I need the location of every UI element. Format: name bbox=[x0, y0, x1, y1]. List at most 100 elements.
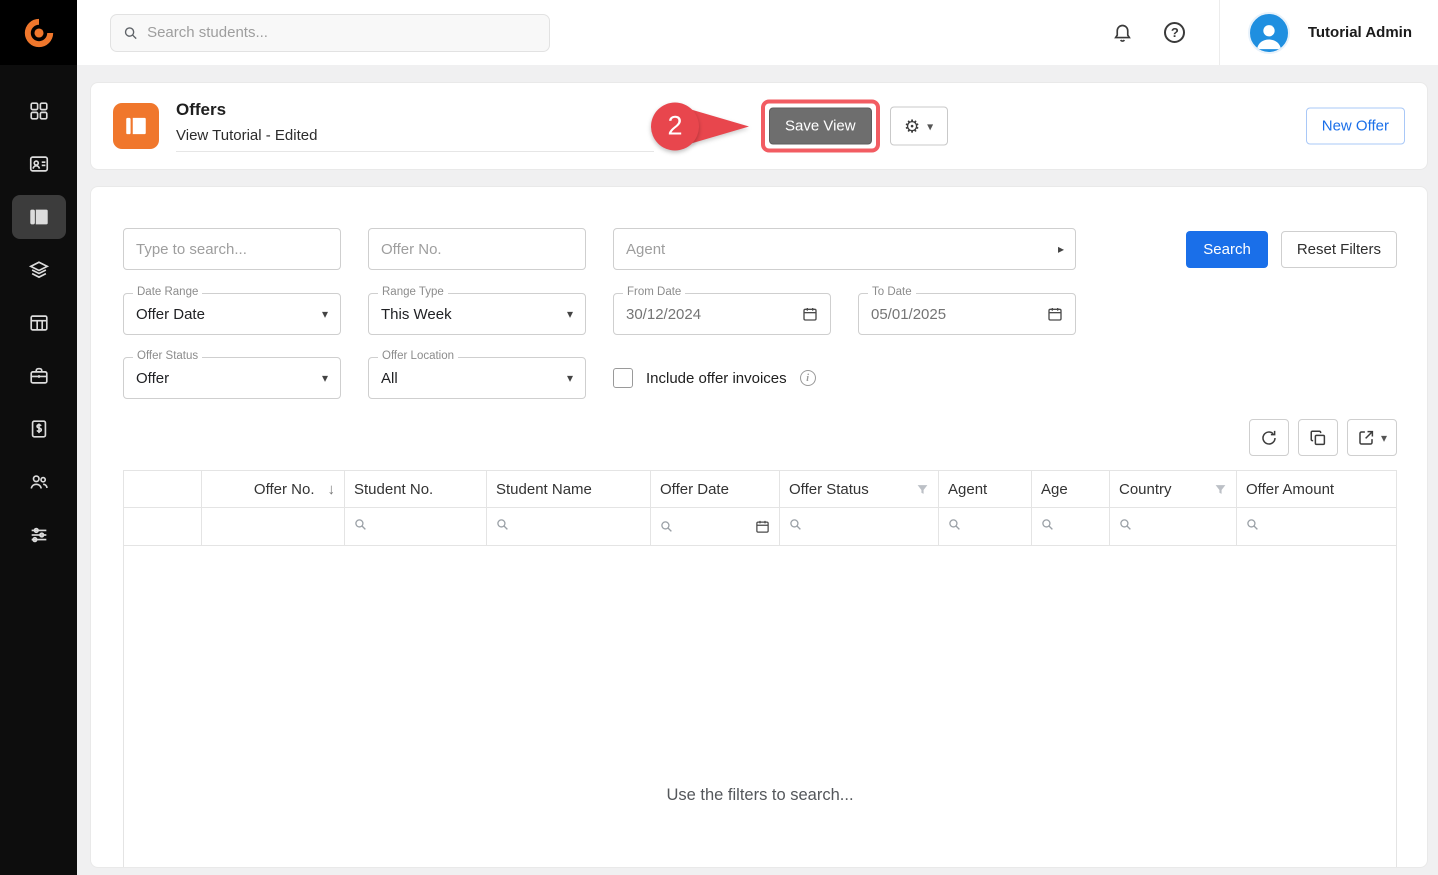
offer-location-select[interactable]: Offer Location All ▾ bbox=[368, 357, 586, 399]
info-icon[interactable]: i bbox=[800, 370, 816, 386]
from-date-value: 30/12/2024 bbox=[626, 306, 802, 323]
offers-table: Offer No. ↓ Student No. Student Name Off… bbox=[123, 470, 1397, 868]
col-offer-date[interactable]: Offer Date bbox=[651, 471, 780, 508]
students-id-card-icon bbox=[28, 153, 50, 175]
filter-cell-offer-status[interactable] bbox=[780, 508, 939, 546]
col-age[interactable]: Age bbox=[1032, 471, 1110, 508]
filter-row-2: Date Range Offer Date ▾ Range Type This … bbox=[123, 293, 1397, 335]
col-label: Offer No. bbox=[254, 481, 315, 498]
filter-cell-student-name[interactable] bbox=[487, 508, 651, 546]
agent-input[interactable] bbox=[613, 228, 1076, 270]
annotation-arrow-tail bbox=[691, 109, 749, 143]
to-date-label: To Date bbox=[868, 286, 916, 300]
date-range-select[interactable]: Date Range Offer Date ▾ bbox=[123, 293, 341, 335]
calendar-icon[interactable] bbox=[755, 519, 770, 534]
help-button[interactable]: ? bbox=[1157, 15, 1193, 51]
save-view-button[interactable]: Save View bbox=[769, 108, 872, 145]
sidebar-item-students[interactable] bbox=[12, 142, 66, 186]
content-area: Offers View Tutorial - Edited 2 Save Vie… bbox=[77, 65, 1438, 875]
to-date-field[interactable]: To Date 05/01/2025 bbox=[858, 293, 1076, 335]
sidebar-item-agents[interactable] bbox=[12, 460, 66, 504]
calendar-icon[interactable] bbox=[802, 306, 818, 322]
search-icon bbox=[123, 25, 138, 41]
filter-cell-agent[interactable] bbox=[939, 508, 1032, 546]
filter-cell-age[interactable] bbox=[1032, 508, 1110, 546]
app-logo[interactable] bbox=[0, 0, 77, 65]
new-offer-button[interactable]: New Offer bbox=[1306, 108, 1405, 145]
app-root: ? Tutorial Admin Offers View Tut bbox=[0, 0, 1438, 875]
reset-filters-button[interactable]: Reset Filters bbox=[1281, 231, 1397, 268]
filter-cell-country[interactable] bbox=[1110, 508, 1237, 546]
global-search[interactable] bbox=[110, 14, 550, 52]
col-agent[interactable]: Agent bbox=[939, 471, 1032, 508]
view-settings-button[interactable]: ⚙ ▾ bbox=[890, 107, 948, 146]
search-button[interactable]: Search bbox=[1186, 231, 1268, 268]
col-label: Offer Date bbox=[660, 481, 729, 498]
filter-cell-offer-amount[interactable] bbox=[1237, 508, 1397, 546]
search-icon bbox=[1246, 518, 1259, 531]
col-offer-status[interactable]: Offer Status bbox=[780, 471, 939, 508]
global-search-input[interactable] bbox=[147, 24, 537, 41]
filter-cell-offer-date[interactable] bbox=[651, 508, 780, 546]
help-icon: ? bbox=[1164, 22, 1185, 43]
profile-area[interactable]: Tutorial Admin bbox=[1219, 0, 1412, 65]
avatar[interactable] bbox=[1248, 12, 1290, 54]
offer-no-input[interactable] bbox=[368, 228, 586, 270]
agent-field[interactable]: ▸ bbox=[613, 228, 1076, 270]
search-icon bbox=[1119, 518, 1132, 531]
from-date-label: From Date bbox=[623, 286, 685, 300]
col-student-no[interactable]: Student No. bbox=[345, 471, 487, 508]
column-chooser-button[interactable] bbox=[1298, 419, 1338, 456]
offer-status-value: Offer bbox=[136, 370, 314, 387]
topbar-actions: ? Tutorial Admin bbox=[1105, 0, 1412, 65]
col-country[interactable]: Country bbox=[1110, 471, 1237, 508]
filter-row-3: Offer Status Offer ▾ Offer Location All … bbox=[123, 357, 1397, 399]
sidebar-item-settings[interactable] bbox=[12, 513, 66, 557]
filter-cell-student-no[interactable] bbox=[345, 508, 487, 546]
chevron-down-icon: ▾ bbox=[1381, 432, 1387, 444]
search-icon bbox=[789, 518, 802, 531]
chevron-down-icon: ▾ bbox=[927, 120, 933, 132]
filter-funnel-icon[interactable] bbox=[1214, 483, 1227, 496]
empty-state-message: Use the filters to search... bbox=[666, 786, 853, 804]
info-glyph: i bbox=[806, 373, 809, 384]
include-invoices-checkbox[interactable] bbox=[613, 368, 633, 388]
from-date-field[interactable]: From Date 30/12/2024 bbox=[613, 293, 831, 335]
refresh-button[interactable] bbox=[1249, 419, 1289, 456]
offer-location-value: All bbox=[381, 370, 559, 387]
offer-status-select[interactable]: Offer Status Offer ▾ bbox=[123, 357, 341, 399]
view-name-label[interactable]: View Tutorial - Edited bbox=[176, 127, 654, 152]
chevron-down-icon: ▾ bbox=[322, 307, 328, 321]
page-header-card: Offers View Tutorial - Edited 2 Save Vie… bbox=[90, 82, 1428, 170]
page-title: Offers bbox=[176, 100, 654, 120]
sidebar-item-dashboard[interactable] bbox=[12, 89, 66, 133]
col-offer-amount[interactable]: Offer Amount bbox=[1237, 471, 1397, 508]
people-icon bbox=[28, 471, 50, 493]
keyword-search-input[interactable] bbox=[123, 228, 341, 270]
offers-module-icon bbox=[113, 103, 159, 149]
dashboard-grid-icon bbox=[28, 100, 50, 122]
sidebar-item-offers[interactable] bbox=[12, 195, 66, 239]
col-label: Student Name bbox=[496, 481, 592, 498]
courses-layers-icon bbox=[28, 259, 50, 281]
col-student-name[interactable]: Student Name bbox=[487, 471, 651, 508]
sort-desc-icon[interactable]: ↓ bbox=[328, 481, 336, 498]
calendar-icon[interactable] bbox=[1047, 306, 1063, 322]
date-range-value: Offer Date bbox=[136, 306, 314, 323]
chevron-down-icon: ▾ bbox=[322, 371, 328, 385]
offers-board-icon bbox=[28, 206, 50, 228]
title-block: Offers View Tutorial - Edited bbox=[176, 100, 654, 152]
notifications-button[interactable] bbox=[1105, 15, 1141, 51]
table-view-icon bbox=[28, 312, 50, 334]
col-offer-no[interactable]: Offer No. ↓ bbox=[202, 471, 345, 508]
sidebar-item-invoices[interactable] bbox=[12, 407, 66, 451]
range-type-select[interactable]: Range Type This Week ▾ bbox=[368, 293, 586, 335]
sidebar-item-boards[interactable] bbox=[12, 301, 66, 345]
search-icon bbox=[354, 518, 367, 531]
export-button[interactable]: ▾ bbox=[1347, 419, 1397, 456]
sidebar-item-courses[interactable] bbox=[12, 248, 66, 292]
filter-funnel-icon[interactable] bbox=[916, 483, 929, 496]
sidebar-item-services[interactable] bbox=[12, 354, 66, 398]
filter-cell-offer-no[interactable] bbox=[202, 508, 345, 546]
refresh-icon bbox=[1260, 429, 1278, 447]
